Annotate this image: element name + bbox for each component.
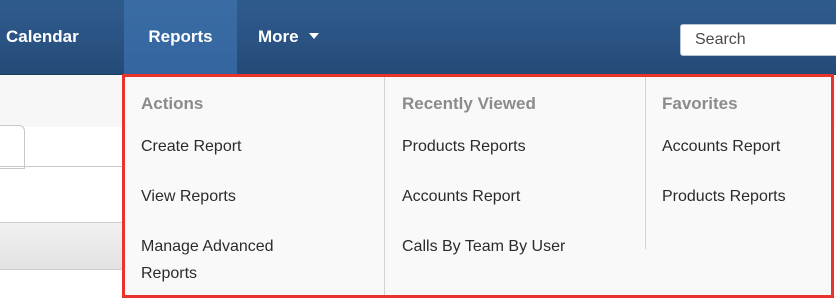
reports-dropdown-menu: Actions Create Report View Reports Manag… xyxy=(122,74,834,298)
caret-down-icon xyxy=(308,32,319,39)
menu-column-favorites: Favorites Accounts Report Products Repor… xyxy=(645,77,832,249)
menu-item-recent-calls-by-team-by-user[interactable]: Calls By Team By User xyxy=(402,233,565,260)
page-tab-divider xyxy=(0,166,124,167)
menu-item-manage-advanced-reports[interactable]: Manage Advanced Reports xyxy=(141,233,326,287)
nav-item-more-label: More xyxy=(258,27,299,46)
nav-item-reports[interactable]: Reports xyxy=(124,0,237,74)
page-toolbar xyxy=(0,222,124,270)
column-title-favorites: Favorites xyxy=(662,94,738,113)
menu-item-favorite-accounts-report[interactable]: Accounts Report xyxy=(662,133,780,160)
column-title-recently-viewed: Recently Viewed xyxy=(402,94,536,113)
menu-item-favorite-products-reports[interactable]: Products Reports xyxy=(662,183,786,210)
menu-item-view-reports[interactable]: View Reports xyxy=(141,183,236,210)
column-title-actions: Actions xyxy=(141,94,204,113)
search-input[interactable] xyxy=(680,24,836,56)
menu-item-recent-accounts-report[interactable]: Accounts Report xyxy=(402,183,520,210)
top-navbar: Calendar Reports More xyxy=(0,0,836,75)
menu-item-recent-products-reports[interactable]: Products Reports xyxy=(402,133,526,160)
page-tab[interactable] xyxy=(0,125,25,169)
menu-item-create-report[interactable]: Create Report xyxy=(141,133,242,160)
nav-item-calendar[interactable]: Calendar xyxy=(6,0,79,74)
menu-column-recently-viewed: Recently Viewed Products Reports Account… xyxy=(384,77,646,295)
nav-item-more[interactable]: More xyxy=(258,0,319,74)
menu-column-actions: Actions Create Report View Reports Manag… xyxy=(125,77,384,295)
